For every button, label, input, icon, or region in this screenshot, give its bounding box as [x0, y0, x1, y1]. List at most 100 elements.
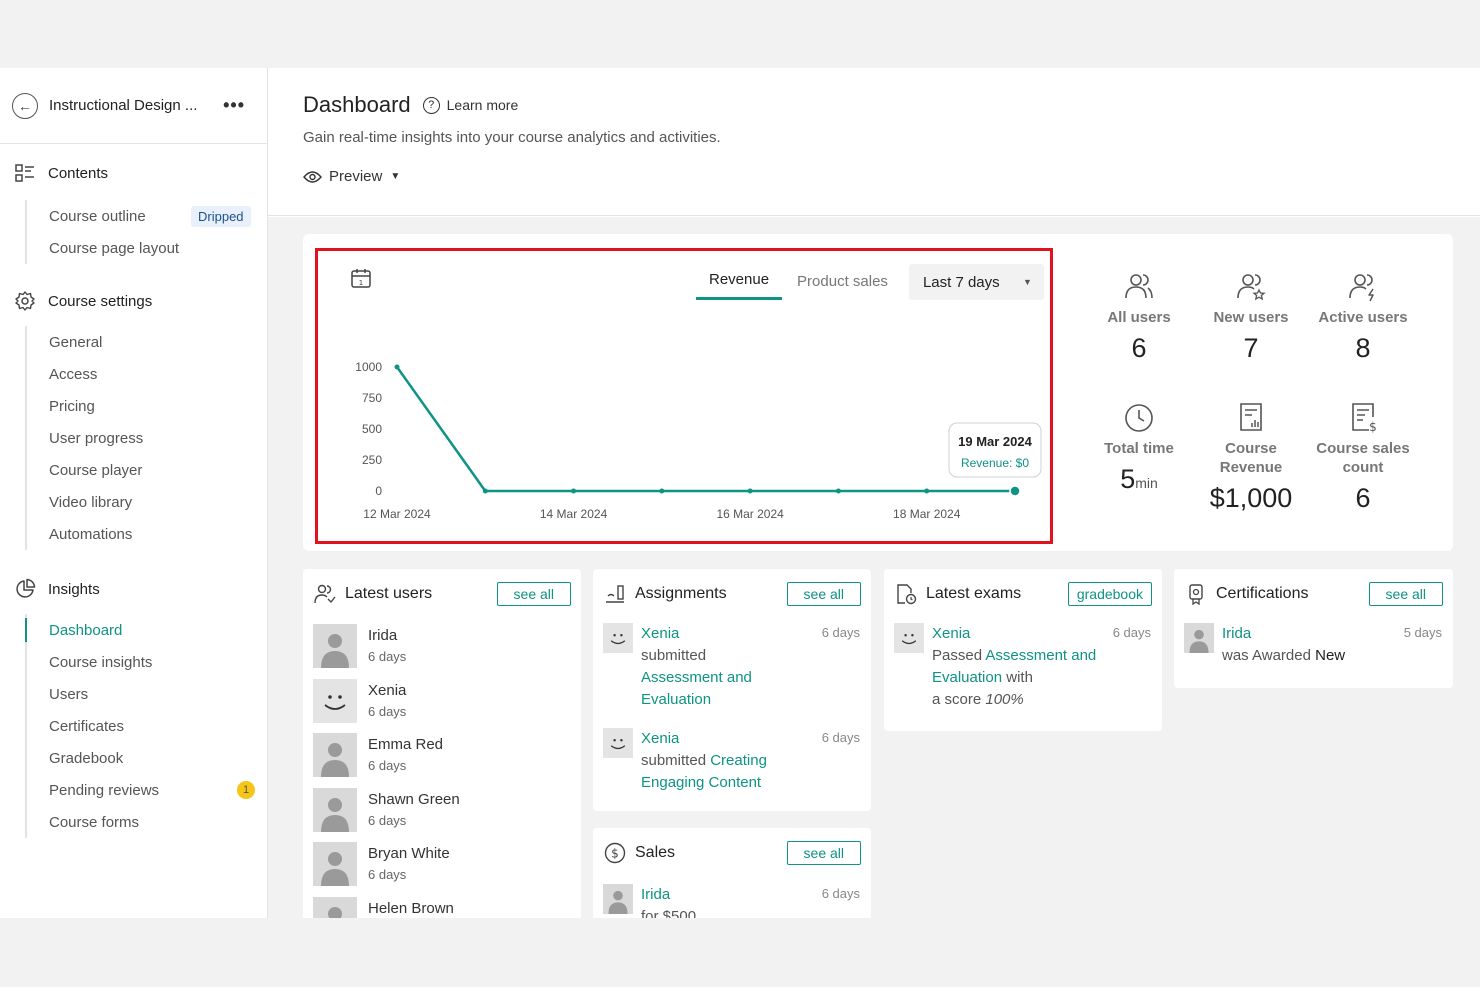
card-header: Latest users see all	[303, 569, 581, 619]
course-settings-label: Course settings	[48, 292, 153, 310]
data-point	[835, 488, 841, 494]
exam-score: 100%	[985, 691, 1024, 708]
data-point	[924, 488, 930, 494]
sidebar-item-general[interactable]: General	[27, 326, 267, 358]
see-all-sales-button[interactable]: see all	[786, 841, 861, 865]
user-list-item[interactable]: Xenia 6 days	[303, 674, 581, 729]
users-icon	[313, 582, 337, 606]
action-text: submitted	[641, 647, 707, 664]
latest-users-card: Latest users see all Irida 6 days Xenia 6 d…	[303, 569, 581, 918]
sale-item: Irida for $500 6 days	[593, 878, 871, 918]
revenue-line-chart: 0 250 500 750 1000 12 Mar 2024 14 Mar 2024 16 M…	[355, 360, 1042, 521]
user-list-item[interactable]: Emma Red 6 days	[303, 728, 581, 783]
card-header: Assignments see all	[593, 569, 871, 619]
y-tick-label: 750	[362, 391, 382, 405]
stat-value: 7	[1243, 333, 1259, 363]
user-link[interactable]: Xenia	[641, 730, 679, 747]
sidebar-item-automations[interactable]: Automations	[27, 518, 267, 550]
learn-more-link[interactable]: ? Learn more	[422, 96, 519, 114]
sidebar-item-course-forms[interactable]: Course forms	[27, 806, 267, 838]
user-list-item[interactable]: Shawn Green 6 days	[303, 783, 581, 838]
user-avatar	[313, 733, 357, 777]
sidebar-item-label: Course player	[49, 461, 143, 479]
exam-suffix: with	[1006, 669, 1033, 686]
y-tick-label: 0	[375, 484, 382, 498]
stat-value: $1,000	[1209, 483, 1293, 513]
pie-chart-icon	[14, 578, 36, 600]
sidebar-item-certificates[interactable]: Certificates	[27, 710, 267, 742]
user-link[interactable]: Irida	[641, 886, 670, 903]
gradebook-button[interactable]: gradebook	[1067, 582, 1152, 606]
stat-label: Course sales count	[1316, 440, 1410, 476]
stat-label: New users	[1213, 309, 1289, 326]
sidebar-item-label: Pending reviews	[49, 781, 160, 799]
active-users-icon	[1307, 262, 1419, 302]
exam-clock-icon	[894, 582, 918, 606]
sidebar: ← Instructional Design ... ••• Contents …	[0, 68, 268, 918]
stat-course-revenue: Course Revenue $1,000	[1195, 393, 1307, 514]
learn-more-label: Learn more	[446, 97, 519, 113]
overview-card: 1 Revenue Product sales Last 7 days ▼ 02…	[303, 234, 1453, 551]
time-ago: 6 days	[368, 703, 407, 719]
more-options-icon[interactable]: •••	[223, 95, 245, 116]
back-arrow-icon[interactable]: ←	[12, 92, 38, 119]
users-icon	[1083, 262, 1195, 302]
card-title: Assignments	[635, 585, 727, 602]
sidebar-item-label: Course outline	[49, 207, 146, 225]
y-tick-label: 1000	[355, 360, 382, 374]
sidebar-item-course-page-layout[interactable]: Course page layout	[27, 232, 267, 264]
sidebar-item-course-player[interactable]: Course player	[27, 454, 267, 486]
dollar-circle-icon: $	[603, 841, 627, 865]
dashboard-content: 1 Revenue Product sales Last 7 days ▼ 02…	[268, 217, 1480, 918]
help-icon: ?	[422, 96, 440, 114]
see-all-certifications-button[interactable]: see all	[1368, 582, 1443, 606]
user-list-item[interactable]: Bryan White 6 days	[303, 837, 581, 892]
user-list-item[interactable]: Helen Brown	[303, 892, 581, 918]
sidebar-item-access[interactable]: Access	[27, 358, 267, 390]
user-list-item[interactable]: Irida 6 days	[303, 619, 581, 674]
sidebar-item-course-outline[interactable]: Course outline Dripped	[27, 200, 267, 232]
sidebar-item-users[interactable]: Users	[27, 678, 267, 710]
sidebar-item-gradebook[interactable]: Gradebook	[27, 742, 267, 774]
sidebar-item-pricing[interactable]: Pricing	[27, 390, 267, 422]
page-header: Dashboard ? Learn more Gain real-time in…	[268, 68, 1480, 216]
sidebar-item-pending-reviews[interactable]: Pending reviews 1	[27, 774, 267, 806]
exam-action: Passed	[932, 647, 983, 664]
user-link[interactable]: Xenia	[641, 625, 679, 642]
user-link[interactable]: Xenia	[932, 625, 970, 642]
assignment-link[interactable]: Assessment and Evaluation	[641, 669, 752, 708]
data-point	[571, 488, 577, 494]
eye-icon	[303, 170, 322, 184]
cert-text: was Awarded	[1222, 647, 1311, 664]
svg-text:$: $	[1369, 420, 1377, 433]
user-name: Helen Brown	[368, 899, 454, 917]
settings-submenu: General Access Pricing User progress Cou…	[25, 326, 267, 550]
revenue-chart-panel: 1 Revenue Product sales Last 7 days ▼ 02…	[315, 248, 1053, 544]
stat-value: 5	[1120, 464, 1136, 494]
sidebar-item-dashboard[interactable]: Dashboard	[25, 614, 267, 646]
page-title: Dashboard	[303, 92, 411, 117]
sidebar-item-label: Gradebook	[49, 749, 124, 767]
sidebar-item-course-insights[interactable]: Course insights	[27, 646, 267, 678]
insights-label: Insights	[48, 580, 100, 598]
time-ago: 6 days	[368, 812, 407, 828]
sidebar-section-course-settings[interactable]: Course settings	[0, 284, 267, 318]
sidebar-section-insights[interactable]: Insights	[0, 572, 267, 606]
page-subtitle: Gain real-time insights into your course…	[303, 129, 721, 146]
sidebar-item-video-library[interactable]: Video library	[27, 486, 267, 518]
sidebar-item-user-progress[interactable]: User progress	[27, 422, 267, 454]
stat-total-time: Total time 5min	[1083, 393, 1195, 495]
exam-item: Xenia Passed Assessment and Evaluation wi…	[884, 619, 1162, 711]
sidebar-item-label: Pricing	[49, 397, 95, 415]
sidebar-item-label: Dashboard	[49, 621, 123, 639]
user-link[interactable]: Irida	[1222, 625, 1251, 642]
see-all-users-button[interactable]: see all	[496, 582, 571, 606]
sidebar-section-contents[interactable]: Contents	[0, 156, 267, 190]
score-prefix: a score	[932, 691, 982, 708]
user-avatar	[313, 842, 357, 886]
see-all-assignments-button[interactable]: see all	[786, 582, 861, 606]
data-point	[747, 488, 753, 494]
preview-dropdown[interactable]: Preview ▼	[303, 168, 1445, 185]
time-ago: 6 days	[368, 758, 407, 773]
user-name: Bryan White	[368, 845, 450, 862]
